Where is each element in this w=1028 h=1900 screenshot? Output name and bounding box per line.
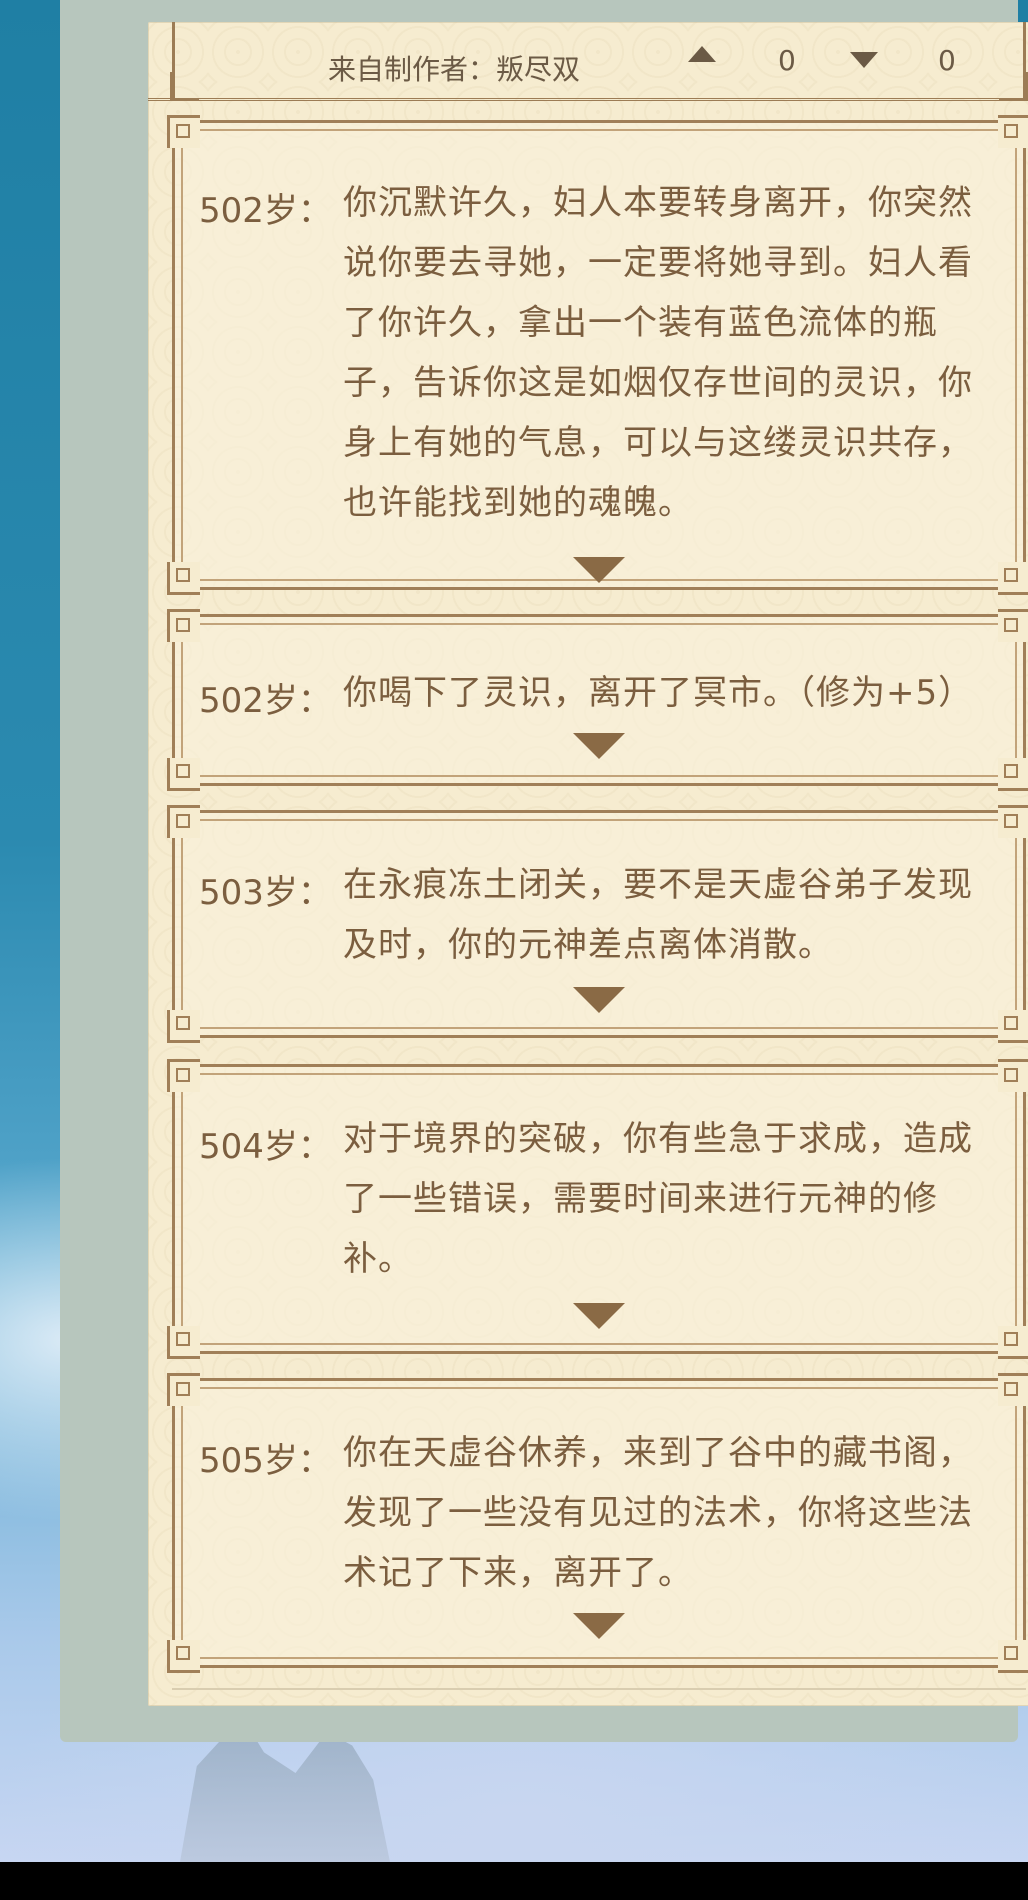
event-card: 504岁： 对于境界的突破，你有些急于求成，造成了一些错误，需要时间来进行元神的… [167,1059,1028,1359]
thumb-down-icon[interactable] [850,52,878,68]
event-log-scroll[interactable]: 来自制作者：叛尽双 0 0 502岁： 你沉默许久，妇人本要转身离开，你突然说你… [148,22,1028,1706]
event-card: 502岁： 你喝下了灵识，离开了冥市。（修为+5） [167,609,1028,791]
event-text: 你喝下了灵识，离开了冥市。（修为+5） [343,673,974,713]
event-age: 502岁： [199,191,332,231]
event-age: 502岁： [199,681,332,721]
chevron-down-icon[interactable] [573,987,625,1013]
event-age: 504岁： [199,1127,332,1167]
upvote-count: 0 [778,44,796,77]
event-text: 你沉默许久，妇人本要转身离开，你突然说你要去寻她，一定要将她寻到。妇人看了你许久… [343,183,973,523]
system-navigation-bar [0,1862,1028,1900]
chevron-down-icon[interactable] [573,1303,625,1329]
event-age: 505岁： [199,1441,332,1481]
author-label: 来自制作者：叛尽双 [328,53,581,86]
event-card: 505岁： 你在天虚谷休养，来到了谷中的藏书阁，发现了一些没有见过的法术，你将这… [167,1373,1028,1673]
event-card: 502岁： 你沉默许久，妇人本要转身离开，你突然说你要去寻她，一定要将她寻到。妇… [167,115,1028,595]
event-card: 503岁： 在永痕冻土闭关，要不是天虚谷弟子发现及时，你的元神差点离体消散。 [167,805,1028,1043]
chevron-down-icon[interactable] [573,557,625,583]
list-end-divider [172,1688,1026,1690]
previous-card-partial: 来自制作者：叛尽双 0 0 [148,22,1028,101]
event-age: 503岁： [199,873,332,913]
event-text: 你在天虚谷休养，来到了谷中的藏书阁，发现了一些没有见过的法术，你将这些法术记了下… [343,1433,973,1593]
chevron-down-icon[interactable] [573,1613,625,1639]
downvote-count: 0 [938,44,956,77]
panel-frame: 来自制作者：叛尽双 0 0 502岁： 你沉默许久，妇人本要转身离开，你突然说你… [60,0,1028,1742]
chevron-down-icon[interactable] [573,733,625,759]
event-text: 对于境界的突破，你有些急于求成，造成了一些错误，需要时间来进行元神的修补。 [343,1119,973,1279]
event-text: 在永痕冻土闭关，要不是天虚谷弟子发现及时，你的元神差点离体消散。 [343,865,973,965]
thumb-up-icon[interactable] [688,46,716,62]
